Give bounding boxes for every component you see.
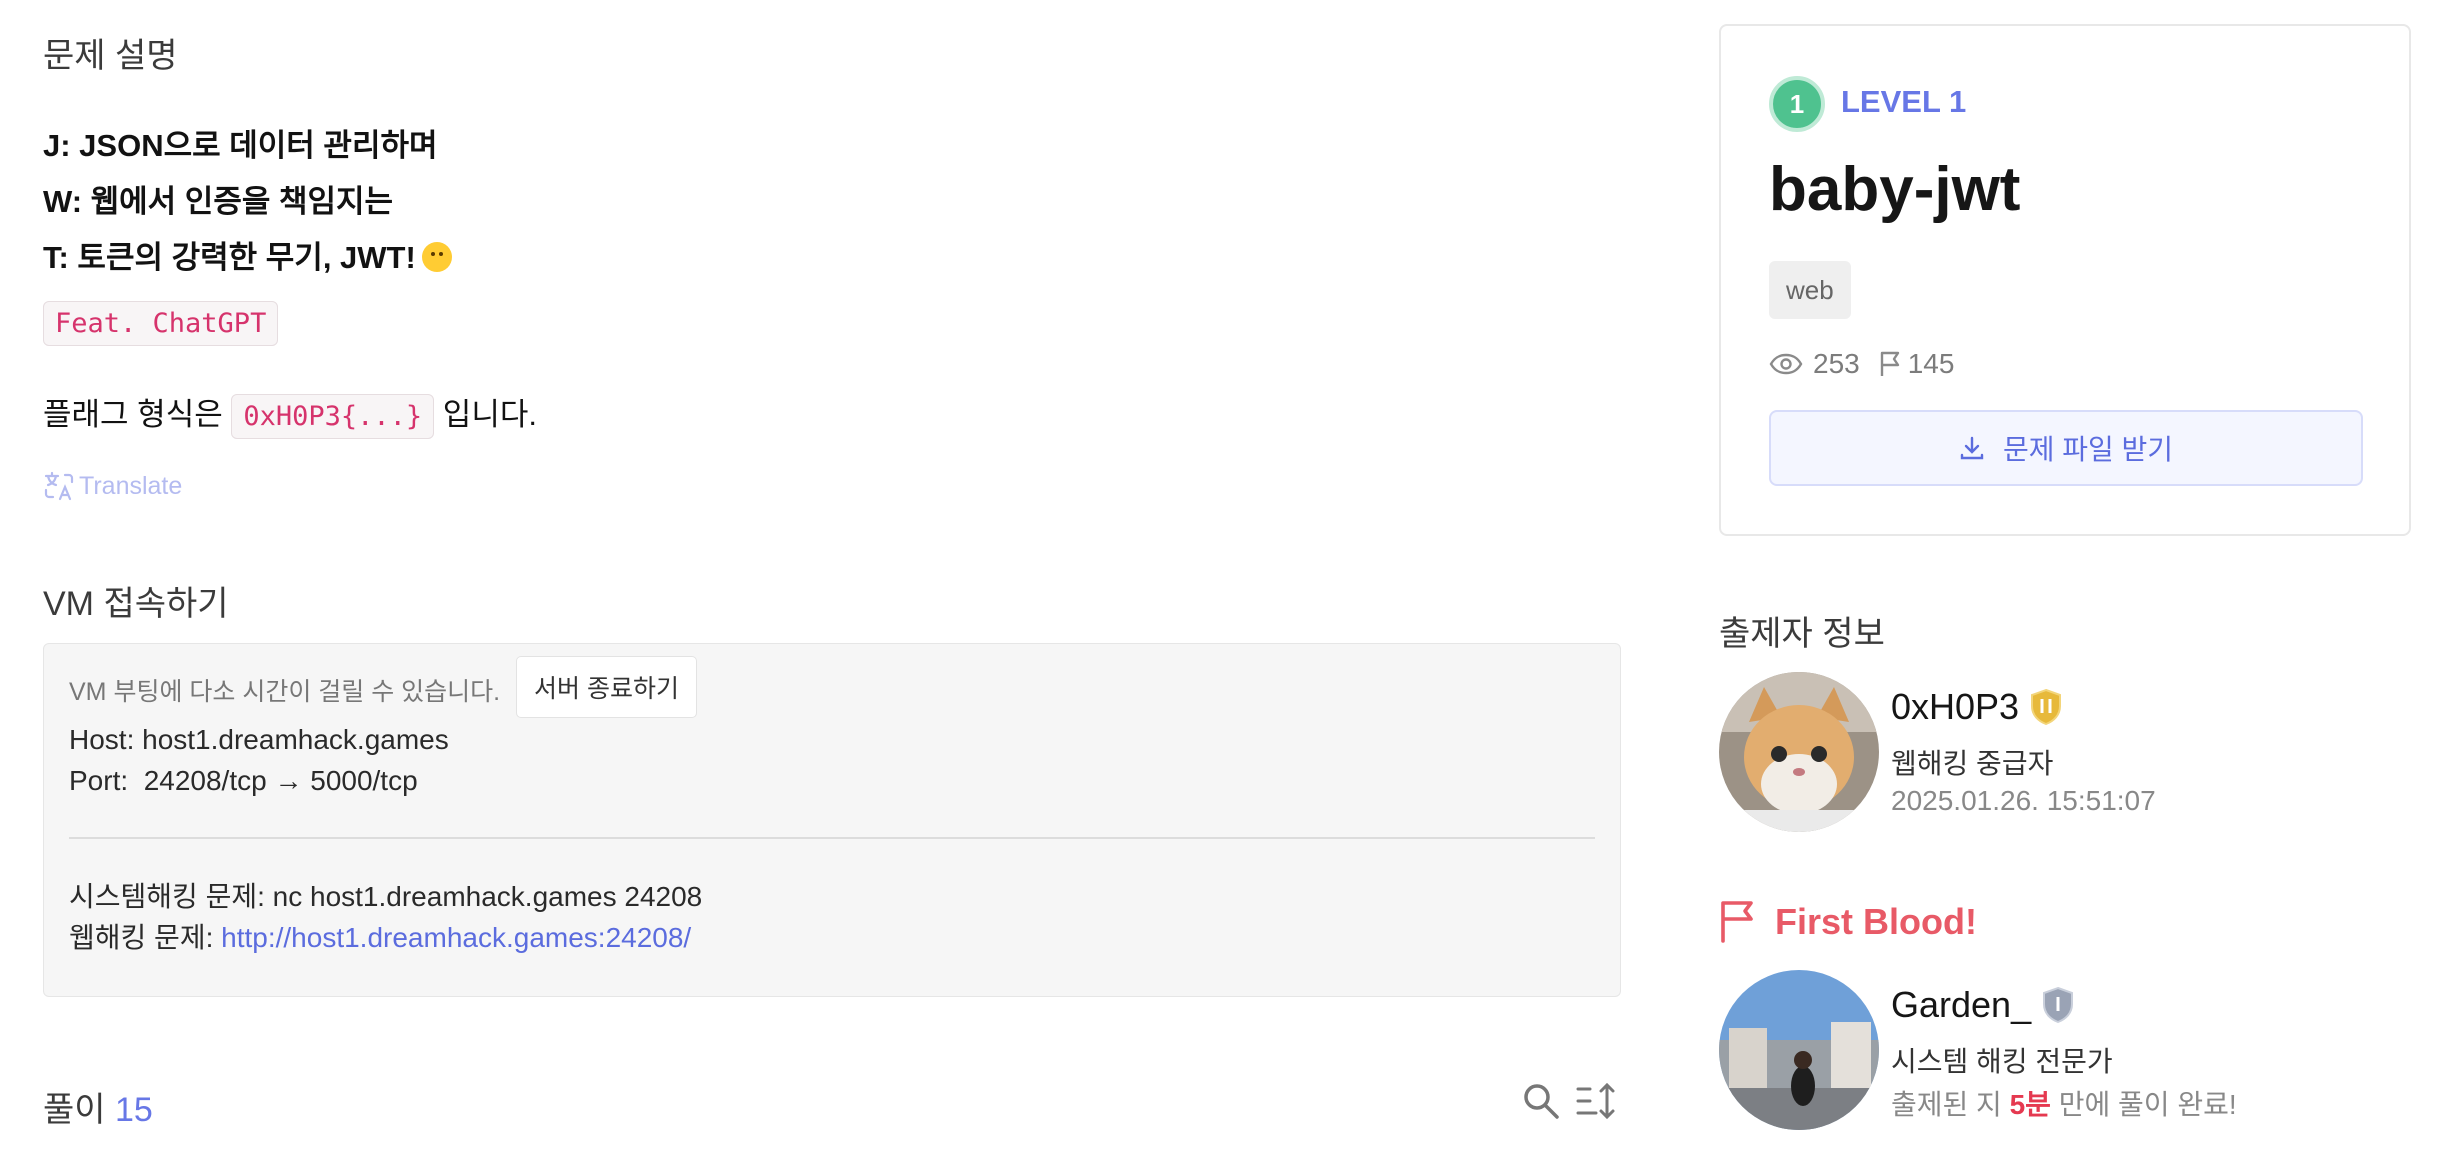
stop-server-button[interactable]: 서버 종료하기 (516, 656, 697, 718)
author-name[interactable]: 0xH0P3 (1891, 686, 2063, 728)
translate-icon (44, 471, 74, 501)
description-line-1: J: JSON으로 데이터 관리하며 (43, 128, 438, 163)
solve-count: 145 (1907, 348, 1955, 379)
divider (69, 837, 1595, 839)
download-files-button[interactable]: 문제 파일 받기 (1769, 410, 2363, 486)
author-role: 웹해킹 중급자 (1891, 748, 2054, 779)
first-blood-name[interactable]: Garden_ (1891, 984, 2075, 1026)
rank-gold-icon (2031, 688, 2062, 726)
translate-button[interactable]: Translate (43, 470, 182, 502)
author-date: 2025.01.26. 15:51:07 (1891, 785, 2156, 816)
challenge-stats: 253 145 (1769, 348, 1954, 380)
solutions-toolbar (1521, 1081, 1619, 1121)
level-badge: 1 (1769, 76, 1825, 132)
emoji-smile-icon (421, 242, 452, 272)
tag-web[interactable]: web (1769, 261, 1851, 319)
first-blood-flag-icon (1721, 901, 1753, 943)
vm-web-link[interactable]: http://host1.dreamhack.games:24208/ (221, 922, 691, 953)
vm-panel: VM 부팅에 다소 시간이 걸릴 수 있습니다. 서버 종료하기 Host: h… (43, 643, 1621, 997)
view-count: 253 (1813, 348, 1860, 379)
flag-icon (1880, 351, 1899, 376)
challenge-card: 1 LEVEL 1 baby-jwt web 253 145 문제 파일 받기 (1719, 24, 2411, 536)
download-icon (1960, 436, 1984, 460)
search-icon[interactable] (1521, 1081, 1561, 1121)
vm-system-hacking: 시스템해킹 문제: nc host1.dreamhack.games 24208 (69, 881, 703, 912)
solutions-count: 15 (115, 1091, 153, 1129)
first-blood-heading: First Blood! (1719, 900, 1977, 944)
first-blood-avatar[interactable] (1719, 970, 1879, 1130)
description-heading: 문제 설명 (43, 37, 178, 75)
vm-heading: VM 접속하기 (43, 585, 229, 623)
first-blood-role: 시스템 해킹 전문가 (1891, 1046, 2113, 1077)
feat-badge-wrap: Feat. ChatGPT (43, 301, 279, 346)
feat-badge: Feat. ChatGPT (43, 301, 279, 346)
vm-port: Port: 24208/tcp → 5000/tcp (69, 765, 418, 796)
solutions-heading: 풀이 15 (43, 1091, 153, 1129)
rank-silver-icon (2043, 986, 2074, 1024)
vm-host: Host: host1.dreamhack.games (69, 724, 449, 755)
first-blood-time: 출제된 지 5분 만에 풀이 완료! (1891, 1089, 2237, 1120)
eye-icon (1769, 353, 1803, 375)
author-avatar[interactable] (1719, 672, 1879, 832)
flag-format-code: 0xH0P3{...} (231, 394, 435, 439)
vm-note: VM 부팅에 다소 시간이 걸릴 수 있습니다. (69, 678, 501, 706)
level-label: LEVEL 1 (1841, 84, 1967, 119)
description-line-3: T: 토큰의 강력한 무기, JWT! (43, 232, 452, 277)
sort-icon[interactable] (1575, 1081, 1619, 1121)
vm-web-hacking: 웹해킹 문제: http://host1.dreamhack.games:242… (69, 922, 692, 953)
challenge-title: baby-jwt (1769, 155, 2021, 224)
description-line-2: W: 웹에서 인증을 책임지는 (43, 184, 394, 219)
flag-format-line: 플래그 형식은 0xH0P3{...} 입니다. (43, 389, 537, 439)
author-heading: 출제자 정보 (1719, 615, 1885, 653)
